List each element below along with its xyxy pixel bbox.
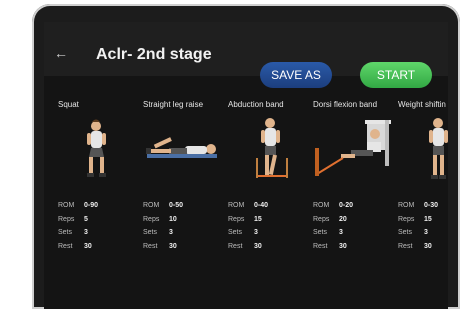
rest-label: Rest bbox=[313, 242, 328, 250]
rom-label: ROM bbox=[228, 202, 245, 209]
rom-label: ROM bbox=[143, 202, 160, 209]
rest-value: 30 bbox=[424, 242, 432, 250]
rom-value: 0-90 bbox=[84, 202, 99, 209]
reps-value: 10 bbox=[169, 215, 177, 223]
exercise-name: Squat bbox=[58, 100, 79, 109]
rom-value: 0-50 bbox=[169, 202, 184, 209]
rom-label: ROM bbox=[58, 202, 75, 209]
page-title: Aclr- 2nd stage bbox=[96, 46, 212, 63]
reps-label: Reps bbox=[313, 215, 330, 223]
rom-label: ROM bbox=[313, 202, 330, 209]
exercise-name: Dorsi flexion band bbox=[313, 100, 378, 109]
reps-label: Reps bbox=[228, 215, 245, 223]
exercise-name: Weight shiftin bbox=[398, 100, 446, 109]
exercise-stats: ROM 0-20 Reps 20 Sets 3 Rest 30 bbox=[313, 202, 397, 256]
sets-value: 3 bbox=[339, 229, 343, 236]
reps-value: 20 bbox=[339, 215, 347, 223]
reps-value: 5 bbox=[84, 215, 88, 223]
reps-value: 15 bbox=[424, 215, 432, 223]
exercise-stats: ROM 0-90 Reps 5 Sets 3 Rest 30 bbox=[58, 202, 142, 256]
exercise-card[interactable]: Squat ROM 0-90 Reps 5 Sets 3 Rest 30 bbox=[58, 100, 142, 270]
arrow-left-icon[interactable]: ← bbox=[54, 46, 68, 60]
rom-label: ROM bbox=[398, 202, 415, 209]
reps-label: Reps bbox=[398, 215, 415, 223]
reps-value: 15 bbox=[254, 215, 262, 223]
exercise-stats: ROM 0-50 Reps 10 Sets 3 Rest 30 bbox=[143, 202, 227, 256]
rom-value: 0-30 bbox=[424, 202, 439, 209]
rest-label: Rest bbox=[398, 242, 413, 250]
rest-value: 30 bbox=[84, 242, 92, 250]
rest-label: Rest bbox=[143, 242, 158, 250]
reps-label: Reps bbox=[143, 215, 160, 223]
sets-label: Sets bbox=[313, 229, 328, 236]
exercise-stats: ROM 0-40 Reps 15 Sets 3 Rest 30 bbox=[228, 202, 312, 256]
sets-label: Sets bbox=[228, 229, 243, 236]
weight-shifting-figure-icon bbox=[429, 118, 448, 179]
abduction-band-figure-icon bbox=[256, 118, 288, 178]
start-button[interactable]: START bbox=[360, 62, 432, 88]
rest-label: Rest bbox=[228, 242, 243, 250]
squat-figure-icon bbox=[87, 119, 106, 177]
rest-value: 30 bbox=[169, 242, 177, 250]
rom-value: 0-40 bbox=[254, 202, 269, 209]
exercise-card[interactable]: Dorsi flexion band ROM 0-20 Reps 20 Sets 3 … bbox=[313, 100, 397, 270]
straight-leg-raise-figure-icon bbox=[146, 137, 217, 158]
rest-value: 30 bbox=[339, 242, 347, 250]
rest-label: Rest bbox=[58, 242, 73, 250]
exercise-stats: ROM 0-30 Reps 15 Sets 3 Rest 30 bbox=[398, 202, 448, 256]
exercise-card[interactable]: Weight shiftin ROM 0-30 Reps 15 Sets 3 Rest… bbox=[398, 100, 448, 270]
exercise-card[interactable]: Abduction band ROM 0-40 Reps 15 Sets 3 Rest… bbox=[228, 100, 312, 270]
sets-value: 3 bbox=[84, 229, 88, 236]
sets-label: Sets bbox=[143, 229, 158, 236]
dorsi-flexion-band-figure-icon bbox=[315, 120, 391, 176]
rom-value: 0-20 bbox=[339, 202, 354, 209]
sets-label: Sets bbox=[58, 229, 73, 236]
rest-value: 30 bbox=[254, 242, 262, 250]
sets-value: 3 bbox=[169, 229, 173, 236]
sets-value: 3 bbox=[424, 229, 428, 236]
exercise-name: Straight leg raise bbox=[143, 100, 204, 109]
exercise-name: Abduction band bbox=[228, 100, 284, 109]
sets-label: Sets bbox=[398, 229, 413, 236]
exercise-card[interactable]: Straight leg raise ROM 0-50 Reps 10 Sets 3 … bbox=[143, 100, 227, 270]
reps-label: Reps bbox=[58, 215, 75, 223]
app-screen: ← Aclr- 2nd stage SAVE AS START Squat RO… bbox=[44, 22, 448, 309]
save-as-button[interactable]: SAVE AS bbox=[260, 62, 332, 88]
sets-value: 3 bbox=[254, 229, 258, 236]
